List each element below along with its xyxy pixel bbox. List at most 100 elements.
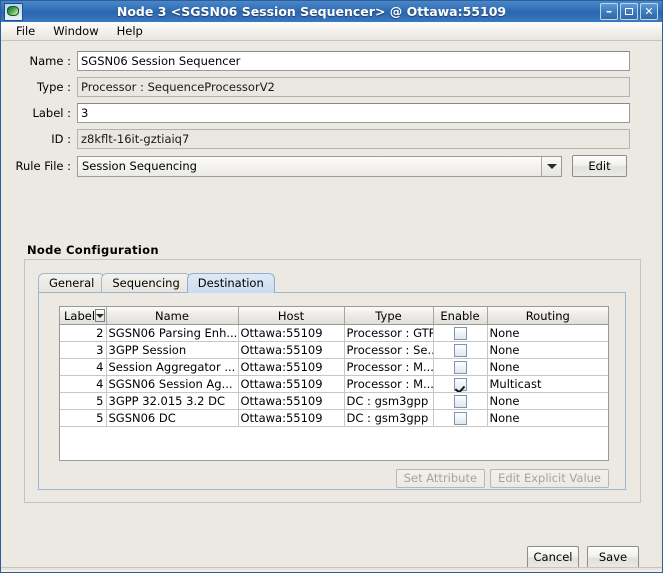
cell-name: 3GPP 32.015 3.2 DC: [106, 392, 239, 410]
tab-bar: General Sequencing Destination: [38, 272, 275, 293]
cell-routing: None: [487, 358, 608, 376]
table-row[interactable]: 4 SGSN06 Session Ag... Ottawa:55109 Process…: [60, 375, 608, 393]
application-window: Node 3 <SGSN06 Session Sequencer> @ Otta…: [0, 0, 663, 573]
enable-checkbox[interactable]: [453, 344, 467, 357]
column-header-name[interactable]: Name: [106, 307, 239, 325]
table-row[interactable]: 5 3GPP 32.015 3.2 DC Ottawa:55109 DC : gsm3…: [60, 392, 608, 410]
save-button[interactable]: Save: [587, 546, 639, 569]
cell-routing: None: [487, 324, 608, 342]
attribute-button-group: Set Attribute Edit Explicit Value: [395, 469, 609, 488]
maximize-button[interactable]: [620, 3, 638, 20]
table-row[interactable]: 3 3GPP Session Ottawa:55109 Processor : Se.…: [60, 341, 608, 359]
cell-routing: None: [487, 409, 608, 427]
cell-routing: None: [487, 392, 608, 410]
field-row-id: ID : z8kflt-16it-gztiaiq7: [1, 128, 663, 149]
app-icon: [4, 2, 23, 21]
enable-checkbox[interactable]: [453, 378, 467, 391]
cell-label: 5: [60, 392, 107, 410]
menu-item-help[interactable]: Help: [108, 23, 152, 40]
edit-explicit-value-button[interactable]: Edit Explicit Value: [490, 469, 609, 488]
close-button[interactable]: ✕: [640, 3, 658, 20]
cell-label: 4: [60, 375, 107, 393]
cell-label: 3: [60, 341, 107, 359]
window-controls: – ✕: [600, 3, 660, 20]
enable-checkbox[interactable]: [453, 361, 467, 374]
cell-name: SGSN06 Session Ag...: [106, 375, 239, 393]
cell-enable: [433, 324, 488, 342]
rule-file-select[interactable]: Session Sequencing: [77, 155, 562, 177]
table-row[interactable]: 2 SGSN06 Parsing Enh... Ottawa:55109 Proces…: [60, 324, 608, 342]
table-body: 2 SGSN06 Parsing Enh... Ottawa:55109 Proces…: [60, 324, 608, 460]
enable-checkbox[interactable]: [453, 395, 467, 408]
node-configuration-group: General Sequencing Destination Label Nam…: [24, 259, 641, 503]
label-input[interactable]: 3: [77, 102, 630, 123]
column-header-enable[interactable]: Enable: [433, 307, 488, 325]
chevron-down-icon[interactable]: [541, 156, 561, 176]
enable-checkbox[interactable]: [453, 327, 467, 340]
status-bar: [1, 567, 662, 572]
main-content: Name : SGSN06 Session Sequencer Type : P…: [1, 41, 662, 572]
name-label: Name :: [29, 53, 71, 68]
edit-rule-file-button[interactable]: Edit: [572, 155, 627, 177]
cell-label: 5: [60, 409, 107, 427]
cell-name: SGSN06 Parsing Enh...: [106, 324, 239, 342]
destination-grid: Label Name Host Type Enable Routing 2 SG…: [60, 307, 608, 460]
cell-host: Ottawa:55109: [238, 375, 345, 393]
window-title: Node 3 <SGSN06 Session Sequencer> @ Otta…: [116, 4, 507, 19]
table-empty-cell: [60, 426, 608, 460]
menu-item-window[interactable]: Window: [44, 23, 107, 40]
tab-sequencing[interactable]: Sequencing: [101, 273, 191, 293]
tab-general[interactable]: General: [38, 273, 106, 293]
cell-enable: [433, 341, 488, 359]
column-header-host[interactable]: Host: [238, 307, 345, 325]
cell-host: Ottawa:55109: [238, 409, 345, 427]
menu-bar: File Window Help: [1, 22, 662, 41]
menu-item-file[interactable]: File: [7, 23, 44, 40]
cell-type: Processor : GTP: [344, 324, 434, 342]
field-row-name: Name : SGSN06 Session Sequencer: [1, 50, 663, 71]
cancel-button[interactable]: Cancel: [527, 546, 579, 569]
id-value: z8kflt-16it-gztiaiq7: [77, 128, 630, 149]
rule-file-label: Rule File :: [15, 159, 71, 173]
sort-dropdown-icon[interactable]: [95, 309, 106, 322]
properties-form: Name : SGSN06 Session Sequencer Type : P…: [1, 50, 663, 183]
name-input[interactable]: SGSN06 Session Sequencer: [77, 50, 630, 71]
column-header-routing[interactable]: Routing: [487, 307, 608, 325]
field-row-label: Label : 3: [1, 102, 663, 123]
cell-name: Session Aggregator ...: [106, 358, 239, 376]
destination-tab-panel: Label Name Host Type Enable Routing 2 SG…: [38, 292, 626, 490]
dialog-button-bar: Cancel Save: [527, 546, 639, 569]
close-icon: ✕: [644, 5, 654, 18]
id-label: ID :: [51, 131, 71, 146]
cell-name: 3GPP Session: [106, 341, 239, 359]
rule-file-selected-value: Session Sequencing: [78, 156, 541, 176]
cell-routing: None: [487, 341, 608, 359]
cell-host: Ottawa:55109: [238, 358, 345, 376]
table-empty-area: [60, 426, 608, 460]
cell-type: DC : gsm3gpp: [344, 392, 434, 410]
rule-file-combo-wrap: Session Sequencing Edit: [77, 155, 627, 177]
minimize-icon: –: [606, 4, 612, 18]
field-row-type: Type : Processor : SequenceProcessorV2: [1, 76, 663, 97]
cell-routing: Multicast: [487, 375, 608, 393]
set-attribute-button[interactable]: Set Attribute: [395, 469, 486, 488]
column-header-type[interactable]: Type: [344, 307, 434, 325]
cell-host: Ottawa:55109: [238, 392, 345, 410]
column-header-label[interactable]: Label: [60, 307, 107, 325]
maximize-icon: [621, 4, 637, 19]
minimize-button[interactable]: –: [600, 3, 618, 20]
field-row-rule-file: Rule File : Session Sequencing Edit: [1, 154, 663, 178]
cell-name: SGSN06 DC: [106, 409, 239, 427]
tab-destination[interactable]: Destination: [186, 273, 275, 293]
column-header-label-text: Label: [64, 308, 96, 323]
table-row[interactable]: 4 Session Aggregator ... Ottawa:55109 Proce…: [60, 358, 608, 376]
cell-host: Ottawa:55109: [238, 324, 345, 342]
cell-host: Ottawa:55109: [238, 341, 345, 359]
enable-checkbox[interactable]: [453, 412, 467, 425]
title-bar: Node 3 <SGSN06 Session Sequencer> @ Otta…: [1, 1, 662, 22]
table-row[interactable]: 5 SGSN06 DC Ottawa:55109 DC : gsm3gpp None: [60, 409, 608, 427]
cell-label: 4: [60, 358, 107, 376]
type-value: Processor : SequenceProcessorV2: [77, 76, 630, 97]
cell-enable: [433, 409, 488, 427]
cell-label: 2: [60, 324, 107, 342]
